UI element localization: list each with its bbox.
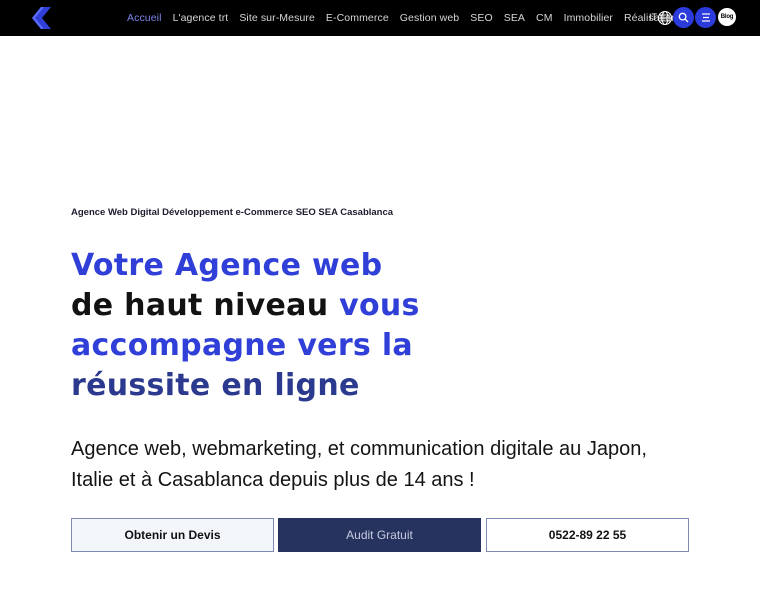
search-icon bbox=[678, 12, 689, 23]
globe-icon[interactable] bbox=[657, 10, 673, 26]
get-quote-label: Obtenir un Devis bbox=[124, 528, 221, 542]
nav-item-immobilier[interactable]: Immobilier bbox=[564, 12, 613, 24]
hero-lead-text: Agence web, webmarketing, et communicati… bbox=[71, 438, 647, 491]
blog-button[interactable]: Blog bbox=[718, 8, 736, 26]
phone-button[interactable]: 0522-89 22 55 bbox=[486, 518, 689, 552]
nav-item-site-sur-mesure[interactable]: Site sur-Mesure bbox=[239, 12, 315, 24]
headline-part-2: de haut niveau bbox=[71, 288, 329, 323]
top-navigation-bar: Accueil L'agence trt Site sur-Mesure E-C… bbox=[0, 0, 760, 36]
menu-button[interactable] bbox=[695, 7, 716, 28]
headline-part-1: Votre Agence web bbox=[71, 248, 383, 283]
free-audit-button[interactable]: Audit Gratuit bbox=[278, 518, 481, 552]
headline-part-3: vous bbox=[339, 288, 420, 323]
hero-headline: Votre Agence web de haut niveau vous acc… bbox=[71, 246, 431, 406]
headline-part-5: réussite en ligne bbox=[71, 368, 360, 403]
blog-label: Blog bbox=[720, 14, 734, 20]
nav-item-cm[interactable]: CM bbox=[536, 12, 553, 24]
nav-item-agence[interactable]: L'agence trt bbox=[173, 12, 229, 24]
nav-item-sea[interactable]: SEA bbox=[504, 12, 525, 24]
nav-item-accueil[interactable]: Accueil bbox=[127, 12, 162, 24]
language-selector[interactable]: IT bbox=[649, 12, 657, 22]
phone-label: 0522-89 22 55 bbox=[548, 528, 627, 542]
main-menu: Accueil L'agence trt Site sur-Mesure E-C… bbox=[127, 0, 693, 36]
hamburger-icon bbox=[701, 13, 710, 22]
nav-item-e-commerce[interactable]: E-Commerce bbox=[326, 12, 389, 24]
headline-part-4: accompagne vers la bbox=[71, 328, 413, 363]
get-quote-button[interactable]: Obtenir un Devis bbox=[71, 518, 274, 552]
nav-item-seo[interactable]: SEO bbox=[470, 12, 492, 24]
search-button[interactable] bbox=[673, 7, 694, 28]
nav-item-gestion-web[interactable]: Gestion web bbox=[400, 12, 459, 24]
hero-tagline: Agence Web Digital Développement e-Comme… bbox=[71, 207, 394, 218]
logo-icon[interactable] bbox=[31, 7, 51, 29]
free-audit-label: Audit Gratuit bbox=[346, 528, 413, 542]
